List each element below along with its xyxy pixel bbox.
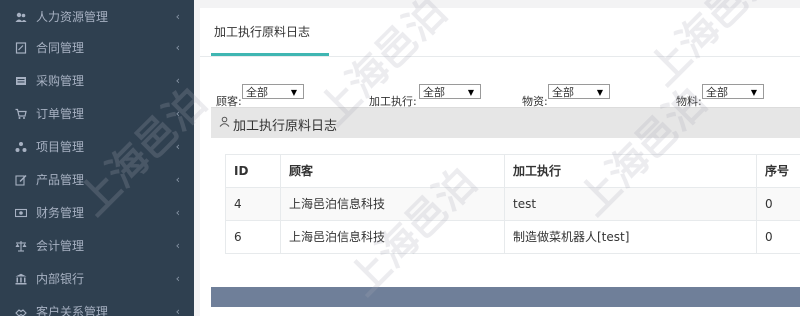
sidebar-item-label: 人力资源管理: [36, 10, 109, 24]
cell-customer: 上海邑泊信息科技: [280, 187, 504, 220]
section-title: 加工执行原料日志: [233, 119, 338, 134]
table-row[interactable]: 4 上海邑泊信息科技 test 0: [225, 187, 800, 220]
user-icon: [219, 116, 230, 130]
table-row[interactable]: 6 上海邑泊信息科技 制造做菜机器人[test] 0: [225, 220, 800, 254]
main-content: 加工执行原料日志 顾客: 全部 ▼ 加工执行: 全部 ▼ 物资: 全部 ▼ 物料…: [194, 0, 800, 316]
chevron-left-icon: ‹: [175, 107, 180, 120]
bank-icon: [14, 272, 28, 286]
cell-seq: 0: [756, 187, 800, 220]
tab-bar: 加工执行原料日志: [200, 8, 800, 57]
chevron-left-icon: ‹: [175, 305, 180, 316]
sidebar-item-hr[interactable]: 人力资源管理 ‹: [0, 0, 194, 33]
chevron-left-icon: ‹: [175, 239, 180, 252]
dropdown-arrow-icon: ▼: [596, 88, 603, 97]
handshake-icon: [14, 305, 28, 316]
sidebar-item-purchase[interactable]: 采购管理 ‹: [0, 64, 194, 97]
contract-icon: [14, 41, 28, 55]
sidebar-item-label: 内部银行: [36, 272, 85, 286]
edit-icon: [14, 173, 28, 187]
select-value: 全部: [552, 86, 574, 99]
cell-customer: 上海邑泊信息科技: [280, 220, 504, 253]
chevron-left-icon: ‹: [175, 74, 180, 87]
users-icon: [14, 10, 28, 24]
purchase-icon: [14, 74, 28, 88]
table-header-row: ID 顾客 加工执行 序号: [225, 154, 800, 187]
cell-seq: 0: [756, 220, 800, 253]
content-panel: 加工执行原料日志 顾客: 全部 ▼ 加工执行: 全部 ▼ 物资: 全部 ▼ 物料…: [200, 8, 800, 316]
sitemap-icon: [14, 140, 28, 154]
sidebar: 人力资源管理 ‹ 合同管理 ‹ 采购管理 ‹ 订单管理 ‹ 项目管理 ‹ 产品管…: [0, 0, 194, 316]
dropdown-arrow-icon: ▼: [467, 88, 474, 97]
sidebar-item-label: 产品管理: [36, 173, 85, 187]
dropdown-arrow-icon: ▼: [750, 88, 757, 97]
money-icon: [14, 206, 28, 220]
top-strip: [194, 0, 800, 8]
sidebar-item-label: 会计管理: [36, 239, 85, 253]
sidebar-item-label: 合同管理: [36, 41, 85, 55]
chevron-left-icon: ‹: [175, 272, 180, 285]
sidebar-item-finance[interactable]: 财务管理 ‹: [0, 196, 194, 229]
select-value: 全部: [246, 86, 268, 99]
sidebar-item-label: 客户关系管理: [36, 305, 109, 316]
sidebar-item-label: 订单管理: [36, 107, 85, 121]
chevron-left-icon: ‹: [175, 41, 180, 54]
cell-id: 4: [225, 187, 280, 220]
goods-select[interactable]: 全部 ▼: [548, 84, 610, 99]
sidebar-item-product[interactable]: 产品管理 ‹: [0, 163, 194, 196]
sidebar-item-internal-bank[interactable]: 内部银行 ‹: [0, 262, 194, 295]
chevron-left-icon: ‹: [175, 10, 180, 23]
chevron-left-icon: ‹: [175, 140, 180, 153]
processing-select[interactable]: 全部 ▼: [419, 84, 481, 99]
select-value: 全部: [706, 86, 728, 99]
sidebar-item-label: 财务管理: [36, 206, 85, 220]
select-value: 全部: [423, 86, 445, 99]
sidebar-item-project[interactable]: 项目管理 ‹: [0, 130, 194, 163]
column-header-seq[interactable]: 序号: [756, 154, 800, 187]
sidebar-item-label: 项目管理: [36, 140, 85, 154]
tab-active-indicator: [211, 53, 329, 56]
cart-icon: [14, 107, 28, 121]
cell-processing: test: [504, 187, 756, 220]
sidebar-item-accounting[interactable]: 会计管理 ‹: [0, 229, 194, 262]
chevron-left-icon: ‹: [175, 173, 180, 186]
sidebar-item-order[interactable]: 订单管理 ‹: [0, 97, 194, 130]
balance-icon: [14, 239, 28, 253]
pagination-bar: [211, 287, 800, 307]
chevron-left-icon: ‹: [175, 206, 180, 219]
column-header-customer[interactable]: 顾客: [280, 154, 504, 187]
customer-select[interactable]: 全部 ▼: [242, 84, 304, 99]
column-header-id[interactable]: ID: [225, 154, 280, 187]
cell-processing: 制造做菜机器人[test]: [504, 220, 756, 253]
cell-id: 6: [225, 220, 280, 253]
sidebar-item-crm[interactable]: 客户关系管理 ‹: [0, 295, 194, 316]
material-select[interactable]: 全部 ▼: [702, 84, 764, 99]
column-header-processing[interactable]: 加工执行: [504, 154, 756, 187]
tab-material-log[interactable]: 加工执行原料日志: [214, 23, 310, 40]
dropdown-arrow-icon: ▼: [290, 88, 297, 97]
sidebar-item-label: 采购管理: [36, 74, 85, 88]
section-header: 加工执行原料日志: [211, 107, 800, 138]
sidebar-item-contract[interactable]: 合同管理 ‹: [0, 31, 194, 64]
